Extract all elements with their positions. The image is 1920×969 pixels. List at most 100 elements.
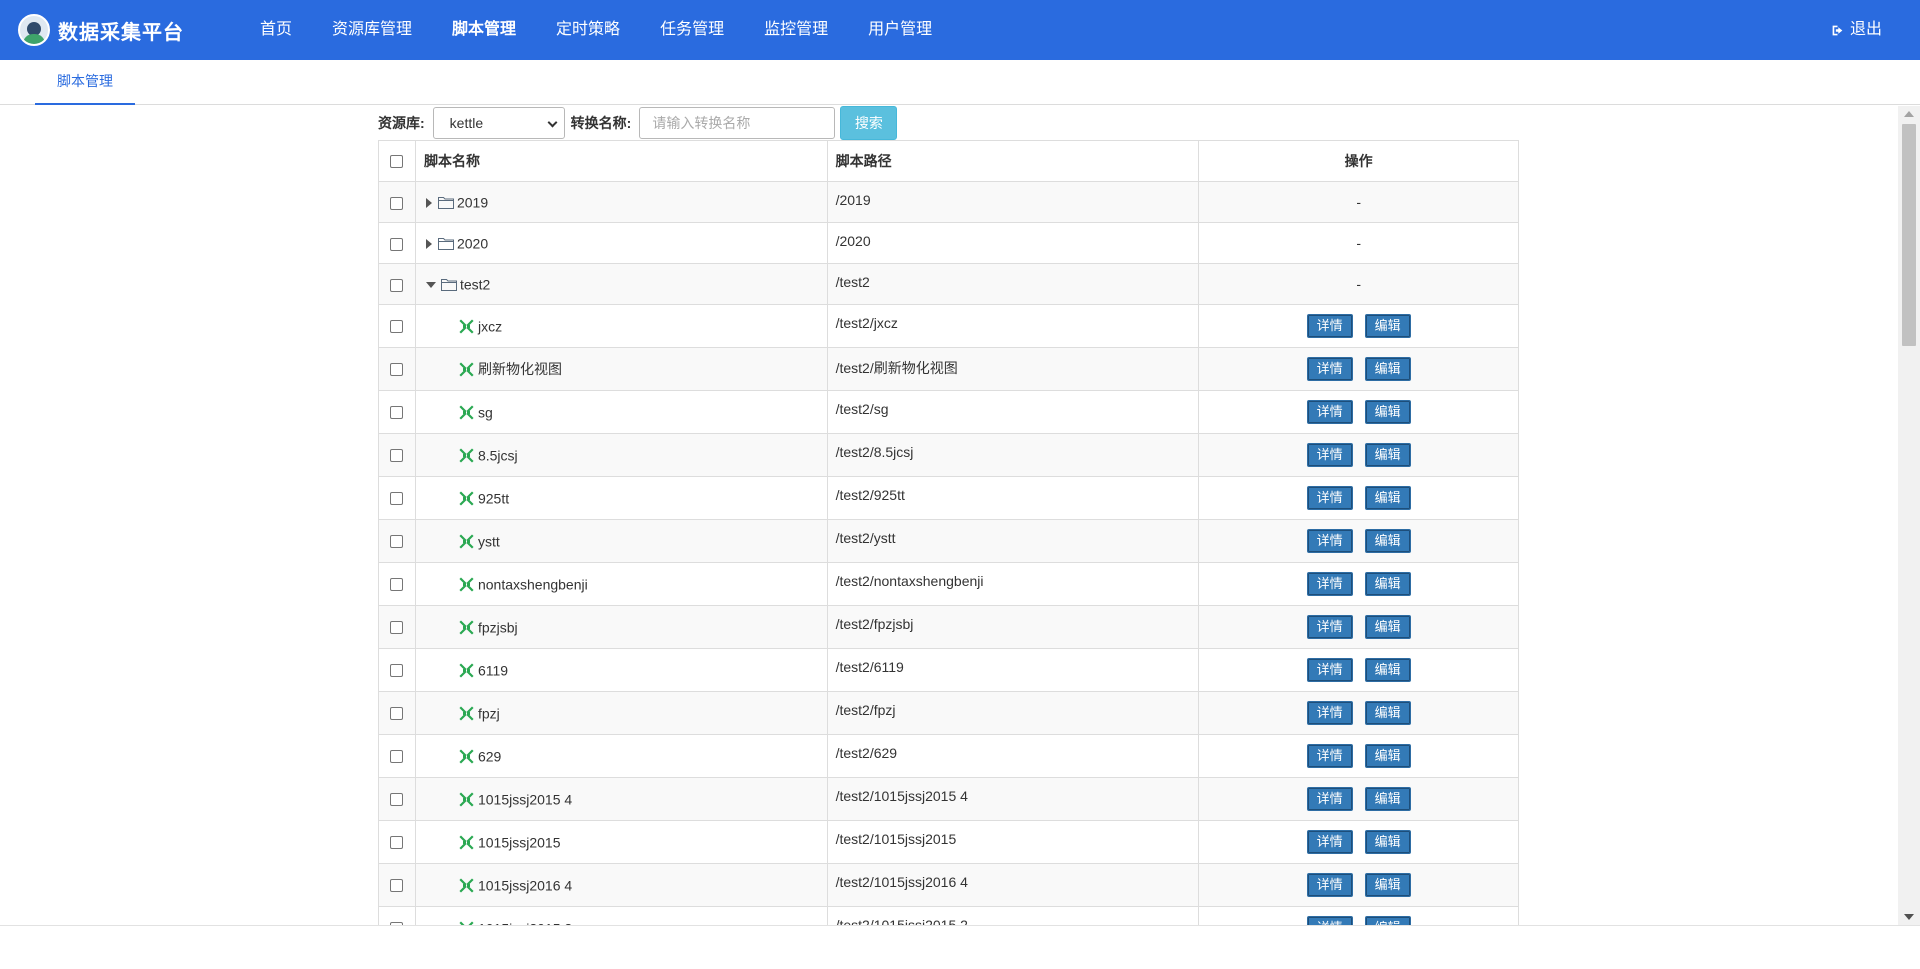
script-name[interactable]: jxcz [478,319,502,335]
edit-button[interactable]: 编辑 [1364,572,1411,596]
transform-name-input[interactable] [639,107,836,139]
edit-button[interactable]: 编辑 [1364,357,1411,381]
script-name[interactable]: 1015jssj2016 4 [478,878,572,894]
row-checkbox[interactable] [390,237,404,251]
edit-button[interactable]: 编辑 [1364,443,1411,467]
scroll-up-icon[interactable] [1904,111,1914,117]
row-checkbox[interactable] [390,577,404,591]
row-checkbox[interactable] [390,620,404,634]
detail-button[interactable]: 详情 [1306,443,1353,467]
detail-button[interactable]: 详情 [1306,830,1353,854]
detail-button[interactable]: 详情 [1306,787,1353,811]
script-name[interactable]: 925tt [478,491,509,507]
nav-item-schedule[interactable]: 定时策略 [536,0,640,60]
nav-item-users[interactable]: 用户管理 [848,0,952,60]
row-checkbox[interactable] [390,706,404,720]
detail-button[interactable]: 详情 [1306,701,1353,725]
script-name[interactable]: nontaxshengbenji [478,577,588,593]
table-row[interactable]: ystt/test2/ystt 详情 编辑 [378,519,1519,563]
row-checkbox[interactable] [390,835,404,849]
table-row[interactable]: fpzj/test2/fpzj 详情 编辑 [378,691,1519,735]
row-checkbox[interactable] [390,534,404,548]
table-row[interactable]: 1015jssj2015/test2/1015jssj2015 详情 编辑 [378,820,1519,864]
script-name[interactable]: 8.5jcsj [478,448,518,464]
brand[interactable]: 数据采集平台 [18,14,240,46]
script-name[interactable]: 2019 [457,195,488,211]
row-checkbox[interactable] [390,278,404,292]
script-name[interactable]: 2020 [457,236,488,252]
detail-button[interactable]: 详情 [1306,873,1353,897]
script-name[interactable]: sg [478,405,493,421]
row-checkbox[interactable] [390,405,404,419]
script-name[interactable]: fpzj [478,706,500,722]
folder-row[interactable]: 2019/2019 - [378,181,1519,223]
script-name[interactable]: fpzjsbj [478,620,518,636]
nav-item-repository[interactable]: 资源库管理 [312,0,432,60]
edit-button[interactable]: 编辑 [1364,615,1411,639]
edit-button[interactable]: 编辑 [1364,658,1411,682]
search-button[interactable]: 搜索 [840,106,898,140]
expand-icon[interactable] [425,197,432,208]
select-all-checkbox[interactable] [390,154,404,168]
vertical-scrollbar[interactable] [1898,106,1920,925]
edit-button[interactable]: 编辑 [1364,314,1411,338]
edit-button[interactable]: 编辑 [1364,830,1411,854]
table-row[interactable]: sg/test2/sg 详情 编辑 [378,390,1519,434]
tab-script-management[interactable]: 脚本管理 [35,60,135,105]
row-checkbox[interactable] [390,792,404,806]
table-row[interactable]: 1015jssj2016 4/test2/1015jssj2016 4 详情 编辑 [378,863,1519,907]
script-name[interactable]: test2 [460,277,490,293]
scrollbar-thumb[interactable] [1902,124,1916,346]
script-name[interactable]: 1015jssj2015 4 [478,792,572,808]
detail-button[interactable]: 详情 [1306,529,1353,553]
nav-item-home[interactable]: 首页 [240,0,312,60]
row-checkbox[interactable] [390,663,404,677]
folder-row[interactable]: 2020/2020 - [378,222,1519,264]
nav-item-tasks[interactable]: 任务管理 [640,0,744,60]
script-name[interactable]: ystt [478,534,500,550]
table-row[interactable]: 8.5jcsj/test2/8.5jcsj 详情 编辑 [378,433,1519,477]
detail-button[interactable]: 详情 [1306,615,1353,639]
table-row[interactable]: 925tt/test2/925tt 详情 编辑 [378,476,1519,520]
row-checkbox[interactable] [390,491,404,505]
detail-button[interactable]: 详情 [1306,357,1353,381]
detail-button[interactable]: 详情 [1306,400,1353,424]
detail-button[interactable]: 详情 [1306,486,1353,510]
edit-button[interactable]: 编辑 [1364,400,1411,424]
table-row[interactable]: jxcz/test2/jxcz 详情 编辑 [378,304,1519,348]
nav-item-scripts[interactable]: 脚本管理 [432,0,536,60]
nav-item-monitor[interactable]: 监控管理 [744,0,848,60]
folder-row[interactable]: test2/test2 - [378,263,1519,305]
table-row[interactable]: 6119/test2/6119 详情 编辑 [378,648,1519,692]
row-checkbox[interactable] [390,362,404,376]
detail-button[interactable]: 详情 [1306,658,1353,682]
table-row[interactable]: fpzjsbj/test2/fpzjsbj 详情 编辑 [378,605,1519,649]
script-name[interactable]: 6119 [478,663,508,679]
collapse-icon[interactable] [425,281,436,288]
edit-button[interactable]: 编辑 [1364,744,1411,768]
script-name[interactable]: 1015jssj2015 [478,835,561,851]
row-checkbox[interactable] [390,319,404,333]
row-checkbox[interactable] [390,878,404,892]
script-name[interactable]: 刷新物化视图 [478,361,562,377]
edit-button[interactable]: 编辑 [1364,873,1411,897]
table-row[interactable]: 1015jssj2015 4/test2/1015jssj2015 4 详情 编辑 [378,777,1519,821]
table-row[interactable]: nontaxshengbenji/test2/nontaxshengbenji 详… [378,562,1519,606]
edit-button[interactable]: 编辑 [1364,701,1411,725]
row-checkbox[interactable] [390,448,404,462]
detail-button[interactable]: 详情 [1306,314,1353,338]
table-row[interactable]: 刷新物化视图/test2/刷新物化视图 详情 编辑 [378,347,1519,391]
scroll-down-icon[interactable] [1904,914,1914,920]
script-name[interactable]: 629 [478,749,501,765]
edit-button[interactable]: 编辑 [1364,529,1411,553]
detail-button[interactable]: 详情 [1306,744,1353,768]
detail-button[interactable]: 详情 [1306,572,1353,596]
expand-icon[interactable] [425,238,432,249]
row-checkbox[interactable] [390,196,404,210]
edit-button[interactable]: 编辑 [1364,486,1411,510]
logout-button[interactable]: 退出 [1831,0,1882,60]
table-row[interactable]: 629/test2/629 详情 编辑 [378,734,1519,778]
row-checkbox[interactable] [390,749,404,763]
edit-button[interactable]: 编辑 [1364,787,1411,811]
repo-select[interactable]: kettle [432,107,565,139]
